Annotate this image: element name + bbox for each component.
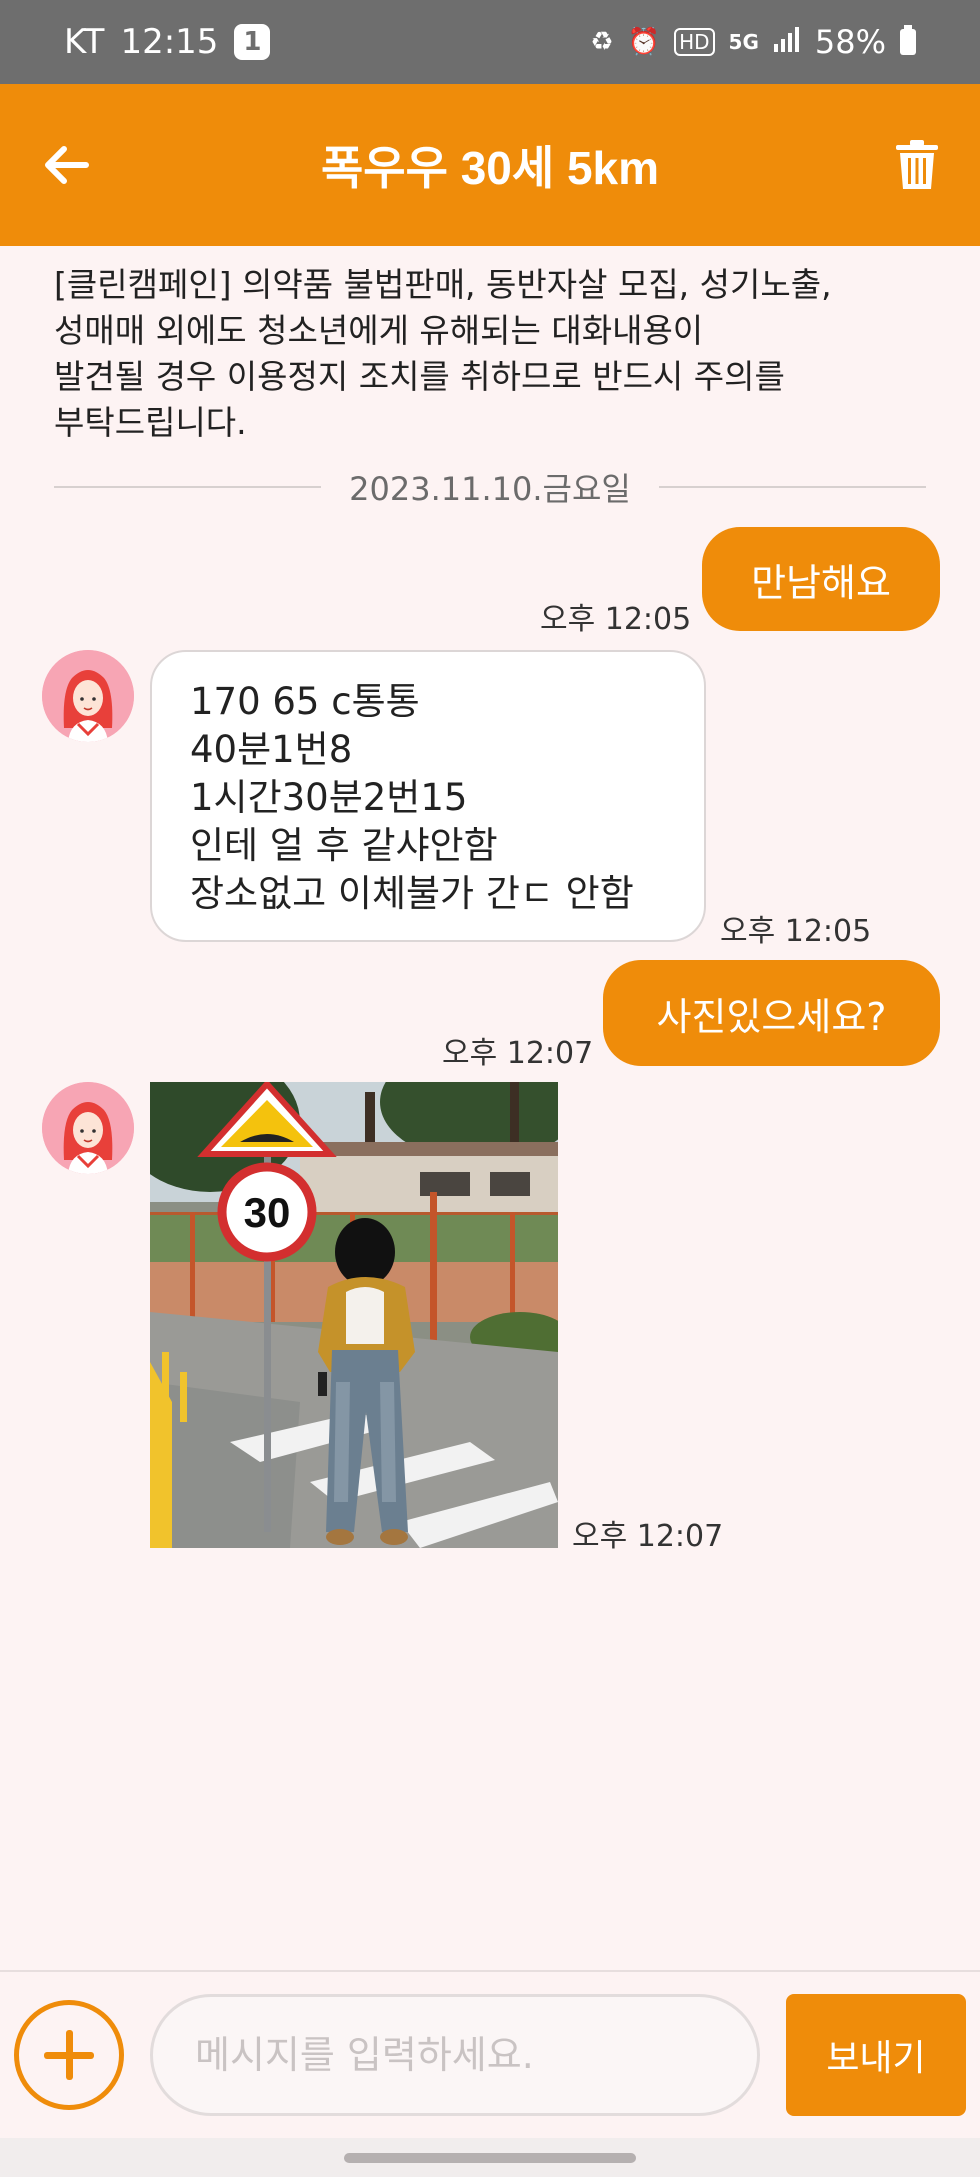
message-time: 오후 12:05 xyxy=(720,914,872,949)
message-time: 오후 12:07 xyxy=(442,1036,594,1071)
incoming-message-bubble[interactable]: 170 65 c통통 40분1번8 1시간30분2번15 인테 얼 후 같샤안함… xyxy=(150,650,706,942)
outgoing-message-bubble[interactable]: 사진있으세요? xyxy=(603,960,940,1066)
date-divider: 2023.11.10.금요일 xyxy=(54,465,926,509)
message-line: 인테 얼 후 같샤안함 xyxy=(190,824,498,867)
girl-avatar-icon xyxy=(42,650,134,742)
avatar[interactable] xyxy=(42,1082,134,1174)
battery-icon xyxy=(900,25,916,55)
carrier-label: KT xyxy=(64,22,105,62)
photo-image: 30 xyxy=(150,1082,558,1548)
notice-line: [클린캠페인] 의약품 불법판매, 동반자살 모집, 성기노출, xyxy=(54,265,832,304)
app-bar: 폭우우 30세 5km xyxy=(0,84,980,246)
message-line: 40분1번8 xyxy=(190,728,353,771)
message-input[interactable] xyxy=(150,1994,760,2116)
status-bar: KT 12:15 1 ♻ ⏰ HD 5G 58% xyxy=(0,0,980,84)
clock: 12:15 xyxy=(120,22,219,62)
girl-avatar-icon xyxy=(42,1082,134,1174)
chat-title: 폭우우 30세 5km xyxy=(320,142,660,194)
message-time: 오후 12:05 xyxy=(540,602,692,637)
divider-line xyxy=(658,486,926,488)
outgoing-message-bubble[interactable]: 만남해요 xyxy=(702,527,940,631)
message-time: 오후 12:07 xyxy=(572,1519,724,1554)
battery-percent: 58% xyxy=(814,23,886,61)
message-text: 만남해요 xyxy=(751,560,891,605)
notice-line: 성매매 외에도 청소년에게 유해되는 대화내용이 xyxy=(54,311,704,350)
send-button[interactable]: 보내기 xyxy=(786,1994,966,2116)
speed-limit-text: 30 xyxy=(244,1189,291,1236)
add-attachment-button[interactable] xyxy=(14,2000,124,2110)
notice-line: 부탁드립니다. xyxy=(54,403,247,442)
notification-badge: 1 xyxy=(234,24,271,60)
notice-line: 발견될 경우 이용정지 조치를 취하므로 반드시 주의를 xyxy=(54,357,785,396)
message-line: 170 65 c통통 xyxy=(190,680,420,723)
signal-icon xyxy=(773,26,801,59)
network-5g-icon: 5G xyxy=(728,30,759,54)
home-gesture-handle[interactable] xyxy=(344,2153,636,2163)
date-label: 2023.11.10.금요일 xyxy=(349,470,631,508)
message-text: 사진있으세요? xyxy=(656,994,887,1039)
recycle-icon: ♻ xyxy=(590,27,614,57)
alarm-icon: ⏰ xyxy=(627,27,661,57)
clean-campaign-notice: [클린캠페인] 의약품 불법판매, 동반자살 모집, 성기노출, 성매매 외에도… xyxy=(54,262,934,446)
message-line: 장소없고 이체불가 간ㄷ 안함 xyxy=(190,872,634,915)
divider-line xyxy=(54,486,322,488)
photo-message[interactable]: 30 xyxy=(150,1082,558,1548)
back-arrow-icon[interactable] xyxy=(40,139,92,191)
trash-icon[interactable] xyxy=(894,139,940,191)
hd-voice-icon: HD xyxy=(674,28,715,56)
avatar[interactable] xyxy=(42,650,134,742)
message-line: 1시간30분2번15 xyxy=(190,776,468,819)
message-composer: 보내기 xyxy=(0,1970,980,2138)
